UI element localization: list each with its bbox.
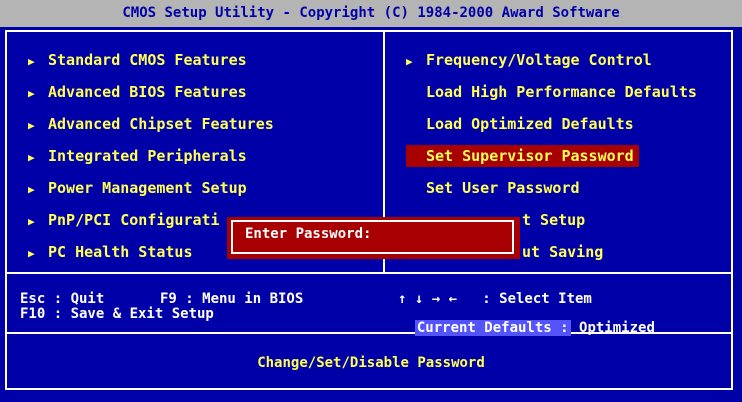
menu-item-label: Power Management Setup [48,179,247,197]
menu-item-label: Load High Performance Defaults [426,83,697,101]
submenu-arrow-icon: ▶ [406,55,413,68]
submenu-arrow-icon: ▶ [28,151,35,164]
menu-item-label: Advanced BIOS Features [48,83,247,101]
help-f10-save: F10 : Save & Exit Setup [20,306,214,322]
menu-item-label: PnP/PCI Configurati [48,211,220,229]
menu-item-save-exit-setup[interactable]: t Setup [522,209,585,231]
current-defaults-label: Current Defaults : [414,320,571,336]
menu-item-label: Set User Password [426,179,580,197]
help-divider [5,272,733,274]
menu-item-label: PC Health Status [48,243,193,261]
menu-item-power-management[interactable]: ▶ Power Management Setup [28,177,247,199]
submenu-arrow-icon: ▶ [28,215,35,228]
status-line: Change/Set/Disable Password [257,355,485,371]
password-input[interactable] [387,223,502,243]
menu-item-advanced-chipset[interactable]: ▶ Advanced Chipset Features [28,113,274,135]
menu-item-label: Standard CMOS Features [48,51,247,69]
menu-item-label: ut Saving [522,243,604,261]
menu-item-label: t Setup [522,211,586,229]
menu-item-label: Load Optimized Defaults [426,115,634,133]
title-bar: CMOS Setup Utility - Copyright (C) 1984-… [0,0,742,27]
password-dialog: Enter Password: [227,217,520,259]
menu-item-pnp-pci[interactable]: ▶ PnP/PCI Configurati [28,209,220,231]
submenu-arrow-icon: ▶ [28,247,35,260]
help-select-item: ↑ ↓ → ← : Select Item [398,291,592,307]
current-defaults-value: Optimized [579,320,655,336]
help-f9-menu: F9 : Menu in BIOS [160,291,304,307]
help-current-defaults: Current Defaults : Optimized [398,307,655,336]
menu-item-pc-health[interactable]: ▶ PC Health Status [28,241,193,263]
menu-item-load-optimized[interactable]: Load Optimized Defaults [426,113,634,135]
password-prompt-label: Enter Password: [245,226,372,242]
submenu-arrow-icon: ▶ [28,87,35,100]
menu-item-set-user-password[interactable]: Set User Password [426,177,580,199]
menu-item-label: Frequency/Voltage Control [426,51,652,69]
menu-item-integrated-peripherals[interactable]: ▶ Integrated Peripherals [28,145,247,167]
menu-item-load-high-performance[interactable]: Load High Performance Defaults [426,81,697,103]
menu-item-label: Set Supervisor Password [426,147,634,165]
menu-item-label: Advanced Chipset Features [48,115,274,133]
submenu-arrow-icon: ▶ [28,55,35,68]
submenu-arrow-icon: ▶ [28,183,35,196]
menu-item-set-supervisor-password[interactable]: Set Supervisor Password [406,145,639,167]
menu-item-standard-cmos[interactable]: ▶ Standard CMOS Features [28,49,247,71]
menu-item-advanced-bios[interactable]: ▶ Advanced BIOS Features [28,81,247,103]
title-text: CMOS Setup Utility - Copyright (C) 1984-… [122,5,620,21]
menu-item-exit-without-saving[interactable]: ut Saving [522,241,603,263]
help-esc-quit: Esc : Quit [20,291,105,307]
menu-item-label: Integrated Peripherals [48,147,247,165]
submenu-arrow-icon: ▶ [28,119,35,132]
menu-item-frequency-voltage[interactable]: ▶ Frequency/Voltage Control [406,49,652,71]
